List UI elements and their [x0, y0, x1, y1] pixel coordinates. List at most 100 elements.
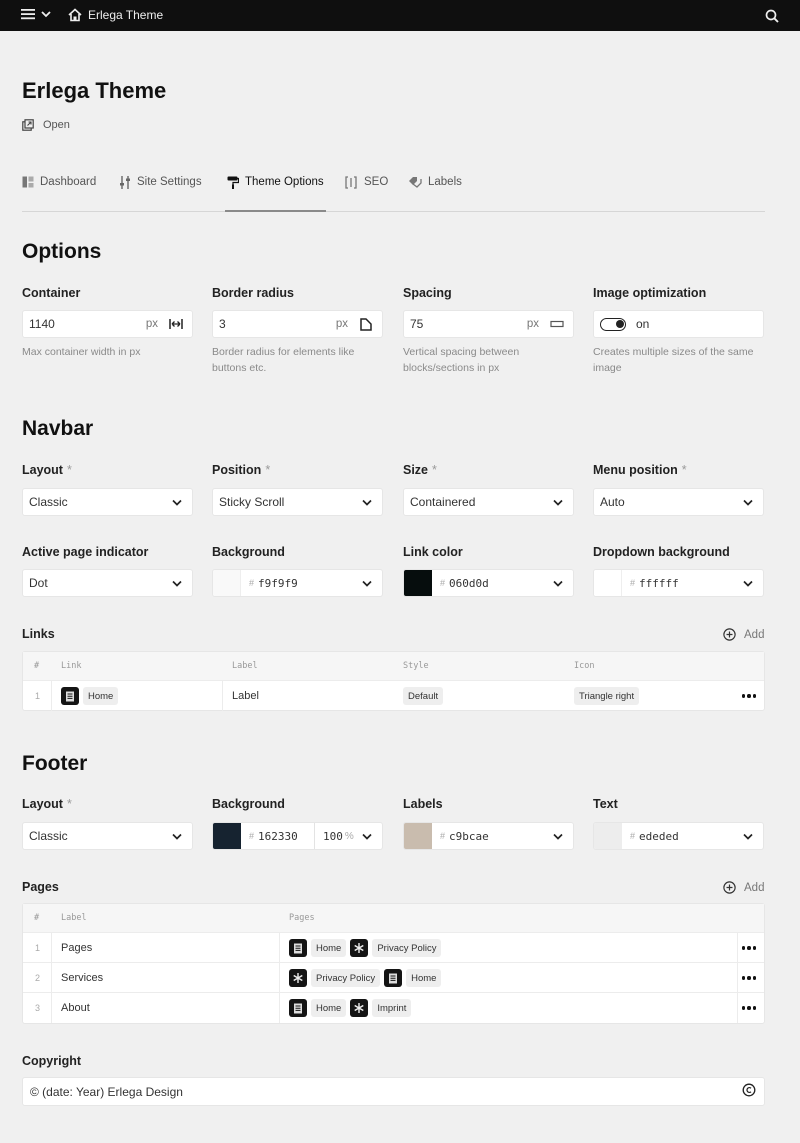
link-label-cell[interactable]: Label: [232, 681, 259, 711]
tab-site-settings[interactable]: Site Settings: [119, 176, 202, 212]
tab-labels[interactable]: Labels: [408, 176, 462, 212]
asterisk-icon: [350, 939, 369, 957]
active-indicator-select[interactable]: Dot: [22, 569, 193, 597]
icon-chip[interactable]: Triangle right: [574, 687, 640, 705]
width-arrows-icon: [169, 319, 183, 329]
navbar-position-select[interactable]: Sticky Scroll: [212, 488, 383, 516]
spacing-hint: Vertical spacing between blocks/sections…: [403, 346, 520, 374]
links-table: # Link Label Style Icon 1 Home Label Def…: [22, 651, 765, 711]
page-label-cell[interactable]: Pages: [61, 933, 92, 963]
chevron-down-icon: [743, 833, 753, 840]
tags-icon: [409, 177, 422, 188]
copyright-input[interactable]: © (date: Year) Erlega Design: [22, 1077, 765, 1106]
dropdown-background-label: Dropdown background: [593, 545, 730, 559]
color-swatch[interactable]: [213, 823, 241, 849]
top-bar: Erlega Theme: [0, 0, 800, 31]
active-indicator-label: Active page indicator: [22, 545, 149, 559]
container-hint: Max container width in px: [22, 346, 141, 358]
page-title: Erlega Theme: [22, 78, 167, 103]
color-swatch[interactable]: [213, 570, 241, 596]
chevron-down-icon: [172, 499, 182, 506]
document-icon: [289, 939, 307, 957]
footer-text-color[interactable]: # ededed: [593, 822, 764, 850]
chevron-down-icon: [553, 499, 563, 506]
search-icon: [765, 9, 779, 23]
more-options-icon[interactable]: [741, 993, 756, 1023]
border-radius-label: Border radius: [212, 286, 294, 300]
container-input[interactable]: 1140 px: [22, 310, 193, 338]
table-row[interactable]: 3 About Home Imprint: [23, 993, 764, 1023]
opacity-input[interactable]: 100: [315, 830, 343, 843]
chevron-down-icon: [553, 833, 563, 840]
dropdown-background-color[interactable]: # ffffff: [593, 569, 764, 597]
menu-button[interactable]: [21, 8, 51, 20]
chevron-down-icon: [362, 833, 372, 840]
spacing-input[interactable]: 75 px: [403, 310, 574, 338]
chevron-down-icon: [362, 499, 372, 506]
home-icon: [68, 8, 82, 22]
color-swatch[interactable]: [404, 570, 432, 596]
page-chip[interactable]: Home: [311, 999, 347, 1017]
table-row[interactable]: 1 Pages Home Privacy Policy: [23, 933, 764, 963]
pages-table: # Label Pages 1 Pages Home Privacy Polic…: [22, 903, 765, 1024]
options-heading: Options: [22, 240, 102, 263]
toggle-switch-icon[interactable]: [600, 317, 626, 331]
style-chip[interactable]: Default: [403, 687, 444, 705]
page-chip[interactable]: Imprint: [372, 999, 412, 1017]
footer-labels-color[interactable]: # c9bcae: [403, 822, 574, 850]
menu-position-select[interactable]: Auto: [593, 488, 764, 516]
table-row[interactable]: 2 Services Privacy Policy Home: [23, 963, 764, 993]
container-label: Container: [22, 286, 81, 300]
table-header: # Link Label Style Icon: [23, 652, 764, 681]
document-icon: [289, 999, 307, 1017]
footer-background-color[interactable]: # 162330 100 %: [212, 822, 383, 850]
link-chip[interactable]: Home: [83, 687, 119, 705]
tab-seo[interactable]: SEO: [344, 176, 388, 212]
footer-heading: Footer: [22, 752, 88, 775]
navbar-background-label: Background: [212, 545, 285, 559]
page-chip[interactable]: Home: [406, 969, 442, 987]
page-label-cell[interactable]: Services: [61, 963, 103, 993]
seo-icon: [345, 176, 357, 189]
footer-text-label: Text: [593, 797, 618, 811]
plus-circle-icon: [723, 628, 736, 641]
chevron-down-icon: [553, 580, 563, 587]
asterisk-icon: [289, 969, 307, 987]
copyright-label: Copyright: [22, 1054, 82, 1068]
navbar-position-label: Position *: [212, 463, 271, 477]
dashboard-icon: [22, 176, 34, 188]
page-label-cell[interactable]: About: [61, 993, 90, 1023]
page-chip[interactable]: Home: [311, 939, 347, 957]
sliders-icon: [120, 176, 130, 189]
color-swatch[interactable]: [594, 570, 622, 596]
more-options-icon[interactable]: [741, 681, 756, 711]
page-chip[interactable]: Privacy Policy: [372, 939, 442, 957]
more-options-icon[interactable]: [741, 963, 756, 993]
footer-layout-label: Layout *: [22, 797, 72, 811]
chevron-down-icon: [172, 580, 182, 587]
open-link[interactable]: Open: [22, 119, 70, 131]
footer-layout-select[interactable]: Classic: [22, 822, 193, 850]
add-link-button[interactable]: Add: [723, 628, 764, 641]
navbar-layout-select[interactable]: Classic: [22, 488, 193, 516]
more-options-icon[interactable]: [741, 933, 756, 963]
link-color-picker[interactable]: # 060d0d: [403, 569, 574, 597]
table-row[interactable]: 1 Home Label Default Triangle right: [23, 681, 764, 711]
navbar-size-label: Size *: [403, 463, 437, 477]
tab-dashboard[interactable]: Dashboard: [22, 176, 96, 212]
navbar-background-color[interactable]: # f9f9f9: [212, 569, 383, 597]
site-link[interactable]: Erlega Theme: [68, 8, 163, 22]
page-chip[interactable]: Privacy Policy: [311, 969, 381, 987]
tab-theme-options[interactable]: Theme Options: [225, 176, 326, 212]
plus-circle-icon: [723, 881, 736, 894]
color-swatch[interactable]: [594, 823, 622, 849]
image-optimization-hint: Creates multiple sizes of the same image: [593, 346, 754, 374]
border-radius-input[interactable]: 3 px: [212, 310, 383, 338]
add-page-button[interactable]: Add: [723, 881, 764, 894]
navbar-size-select[interactable]: Containered: [403, 488, 574, 516]
chevron-down-icon: [172, 833, 182, 840]
color-swatch[interactable]: [404, 823, 432, 849]
image-optimization-toggle[interactable]: on: [593, 310, 764, 338]
chevron-down-icon: [41, 11, 51, 18]
search-button[interactable]: [765, 9, 779, 28]
